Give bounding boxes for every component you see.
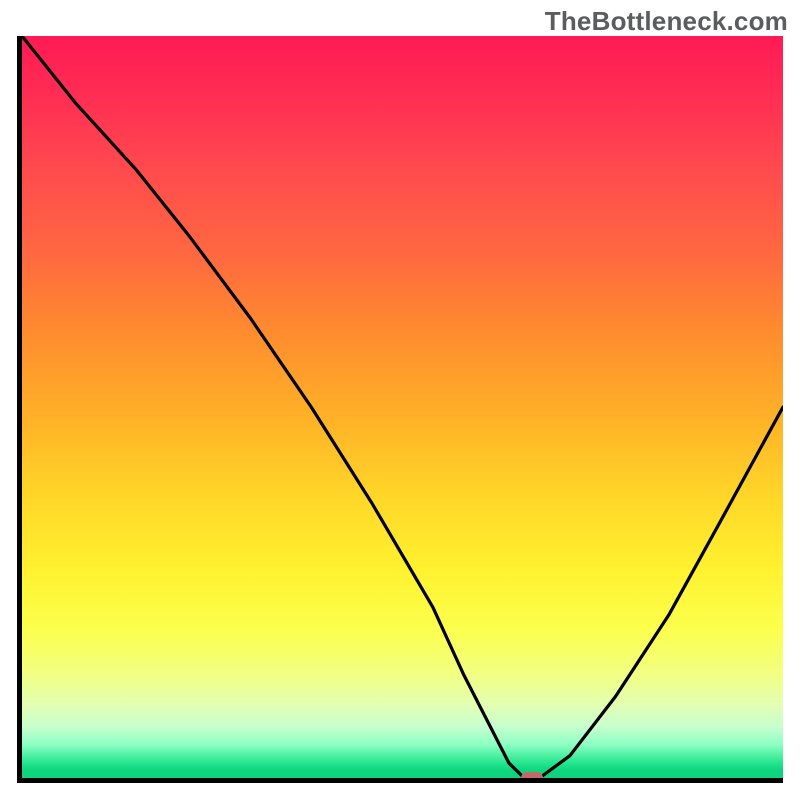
optimal-point-marker [521,772,543,783]
plot-area [17,36,783,783]
watermark-text: TheBottleneck.com [545,6,788,37]
chart-container: TheBottleneck.com [0,0,800,800]
heat-gradient-background [22,36,783,778]
